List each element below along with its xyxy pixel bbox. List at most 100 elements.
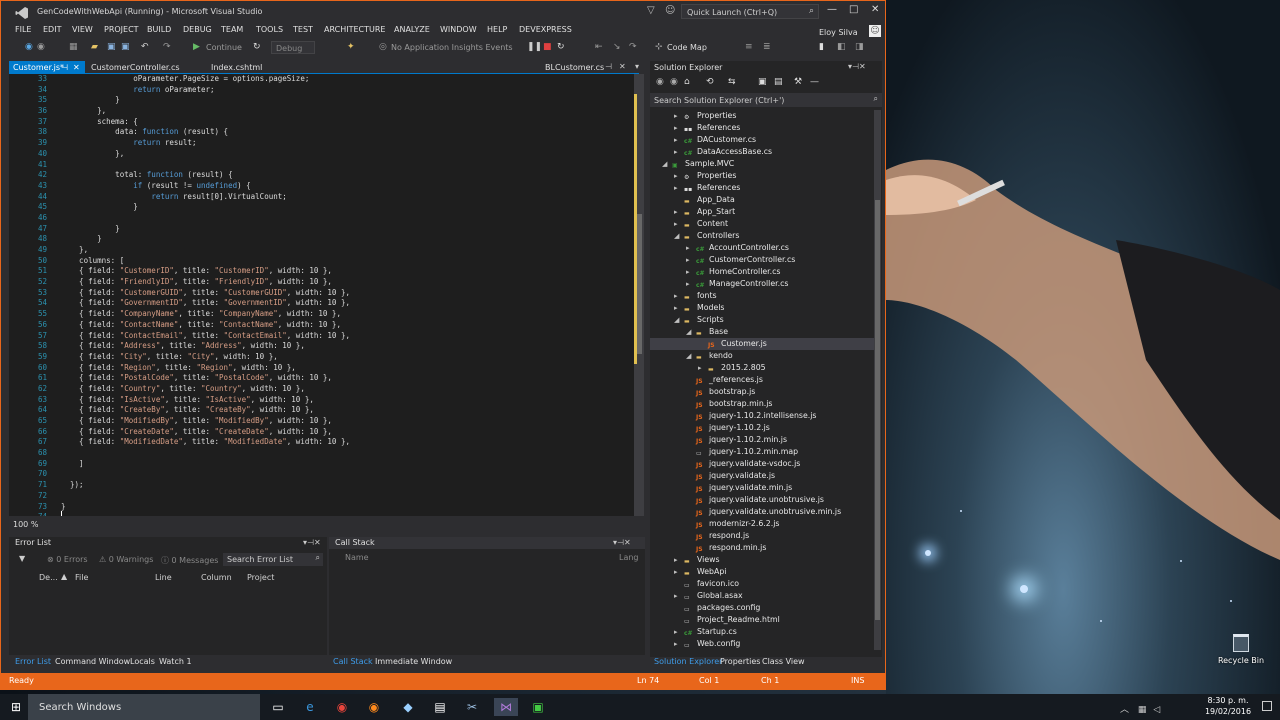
forward-icon[interactable]: ◉ (670, 77, 678, 87)
tree-item[interactable]: ▭ Project_Readme.html (650, 614, 874, 626)
code-line[interactable] (61, 160, 631, 171)
tab-immediate-window[interactable]: Immediate Window (375, 657, 452, 666)
solution-search-input[interactable]: Search Solution Explorer (Ctrl+') ⌕ (650, 93, 882, 107)
tree-item[interactable]: ▸ ▬ 2015.2.805 (650, 362, 874, 374)
code-line[interactable]: } (61, 502, 631, 513)
filter-dropdown-icon[interactable]: ▼ (19, 554, 25, 563)
tree-item[interactable]: ▸ ▬ App_Start (650, 206, 874, 218)
save-icon[interactable]: ▣ (107, 42, 116, 52)
expand-arrow-icon[interactable]: ◢ (674, 314, 684, 326)
code-line[interactable]: { field: "CustomerID", title: "CustomerI… (61, 266, 631, 277)
expand-arrow-icon[interactable]: ▸ (698, 362, 708, 374)
code-line[interactable]: { field: "ContactName", title: "ContactN… (61, 320, 631, 331)
menu-file[interactable]: FILE (15, 25, 31, 34)
expand-arrow-icon[interactable]: ▸ (674, 122, 684, 134)
tray-up-icon[interactable]: ︿ (1120, 705, 1129, 715)
code-line[interactable]: { field: "GovernmentID", title: "Governm… (61, 298, 631, 309)
expand-arrow-icon[interactable]: ◢ (686, 326, 696, 338)
messages-filter[interactable]: ⓘ 0 Messages (161, 555, 218, 566)
tree-item[interactable]: JS Customer.js (650, 338, 874, 350)
refresh-icon[interactable]: ⇆ (728, 77, 736, 87)
collapse-all-icon[interactable]: ▣ (758, 77, 767, 87)
expand-arrow-icon[interactable]: ▸ (674, 590, 684, 602)
tab-watch[interactable]: Watch 1 (159, 657, 192, 666)
code-line[interactable]: } (61, 202, 631, 213)
menu-debug[interactable]: DEBUG (183, 25, 212, 34)
filter-icon[interactable]: ▽ (647, 5, 655, 16)
expand-arrow-icon[interactable]: ▸ (674, 554, 684, 566)
firefox-icon[interactable]: ◉ (364, 698, 384, 716)
expand-arrow-icon[interactable]: ▸ (674, 110, 684, 122)
bookmark-icon[interactable]: ▮ (819, 42, 824, 52)
tree-item[interactable]: JS respond.min.js (650, 542, 874, 554)
step-over-icon[interactable]: ↷ (629, 42, 637, 52)
chrome-icon[interactable]: ◉ (332, 698, 352, 716)
expand-arrow-icon[interactable]: ▸ (674, 206, 684, 218)
taskbar-search-box[interactable]: Search Windows (28, 694, 260, 720)
maximize-button[interactable]: □ (849, 4, 858, 15)
code-line[interactable]: { field: "CompanyName", title: "CompanyN… (61, 309, 631, 320)
show-all-files-icon[interactable]: ▤ (774, 77, 783, 87)
step-into-icon[interactable]: ↘ (613, 42, 621, 52)
tree-item[interactable]: ▸ ▭ Global.asax (650, 590, 874, 602)
tree-item[interactable]: JS jquery-1.10.2.min.js (650, 434, 874, 446)
code-line[interactable]: }, (61, 106, 631, 117)
tree-item[interactable]: ▸ c# ManageController.cs (650, 278, 874, 290)
tab-class-view[interactable]: Class View (762, 657, 805, 666)
tree-item[interactable]: JS bootstrap.js (650, 386, 874, 398)
open-icon[interactable]: ▰ (91, 42, 98, 52)
code-line[interactable]: oParameter.PageSize = options.pageSize; (61, 74, 631, 85)
expand-arrow-icon[interactable]: ▸ (674, 302, 684, 314)
column-header[interactable]: De... (39, 573, 58, 582)
code-line[interactable]: return oParameter; (61, 85, 631, 96)
error-search-input[interactable]: Search Error List ⌕ (223, 553, 323, 566)
close-button[interactable]: ✕ (871, 4, 879, 15)
stop-icon[interactable]: ■ (543, 42, 552, 52)
tree-item[interactable]: ▸ c# DACustomer.cs (650, 134, 874, 146)
tree-item[interactable]: JS jquery.validate-vsdoc.js (650, 458, 874, 470)
solution-scrollbar[interactable] (874, 110, 881, 650)
code-line[interactable]: { field: "Address", title: "Address", wi… (61, 341, 631, 352)
tree-item[interactable]: ▸ c# CustomerController.cs (650, 254, 874, 266)
recycle-bin[interactable]: Recycle Bin (1216, 634, 1266, 674)
code-line[interactable] (61, 469, 631, 480)
code-line[interactable]: { field: "Region", title: "Region", widt… (61, 363, 631, 374)
code-line[interactable]: } (61, 224, 631, 235)
home-icon[interactable]: ⌂ (684, 77, 690, 87)
expand-arrow-icon[interactable]: ▸ (686, 254, 696, 266)
expand-arrow-icon[interactable]: ▸ (674, 170, 684, 182)
code-line[interactable]: ] (61, 459, 631, 470)
code-map-icon[interactable]: ⊹ (655, 42, 663, 52)
expand-arrow-icon[interactable]: ◢ (674, 230, 684, 242)
column-header[interactable]: Line (155, 573, 172, 582)
tree-item[interactable]: ▸ ▬ Content (650, 218, 874, 230)
tab-error-list[interactable]: Error List (15, 657, 51, 666)
tree-item[interactable]: ▸ ▬ fonts (650, 290, 874, 302)
comment-icon[interactable]: ≡ (745, 42, 753, 52)
tree-item[interactable]: JS respond.js (650, 530, 874, 542)
new-project-icon[interactable]: ▦ (69, 42, 78, 52)
navigate-icon[interactable]: ✦ (347, 42, 355, 52)
tree-item[interactable]: ▭ favicon.ico (650, 578, 874, 590)
tree-item[interactable]: JS jquery.validate.unobtrusive.min.js (650, 506, 874, 518)
tree-item[interactable]: ▸ ⚙ Properties (650, 110, 874, 122)
terminal-icon[interactable]: ▣ (528, 698, 548, 716)
expand-arrow-icon[interactable]: ▸ (686, 242, 696, 254)
store-icon[interactable]: ◆ (398, 698, 418, 716)
editor-scrollbar[interactable] (634, 74, 644, 516)
code-line[interactable]: }, (61, 245, 631, 256)
uncomment-icon[interactable]: ≣ (763, 42, 771, 52)
tree-item[interactable]: ▸ ▭ Web.config (650, 638, 874, 650)
minimize-button[interactable]: — (827, 4, 837, 15)
tab-call-stack[interactable]: Call Stack (333, 657, 373, 666)
expand-arrow-icon[interactable]: ▸ (674, 290, 684, 302)
code-line[interactable]: total: function (result) { (61, 170, 631, 181)
tree-item[interactable]: ▸ ▬ WebApi (650, 566, 874, 578)
code-line[interactable]: return result[0].VirtualCount; (61, 192, 631, 203)
expand-arrow-icon[interactable]: ▸ (674, 626, 684, 638)
tree-item[interactable]: ▸ c# HomeController.cs (650, 266, 874, 278)
tree-item[interactable]: ▸ ▪▪ References (650, 182, 874, 194)
expand-arrow-icon[interactable]: ▸ (686, 266, 696, 278)
properties-icon[interactable]: ⚒ (794, 77, 802, 87)
code-line[interactable]: { field: "CustomerGUID", title: "Custome… (61, 288, 631, 299)
